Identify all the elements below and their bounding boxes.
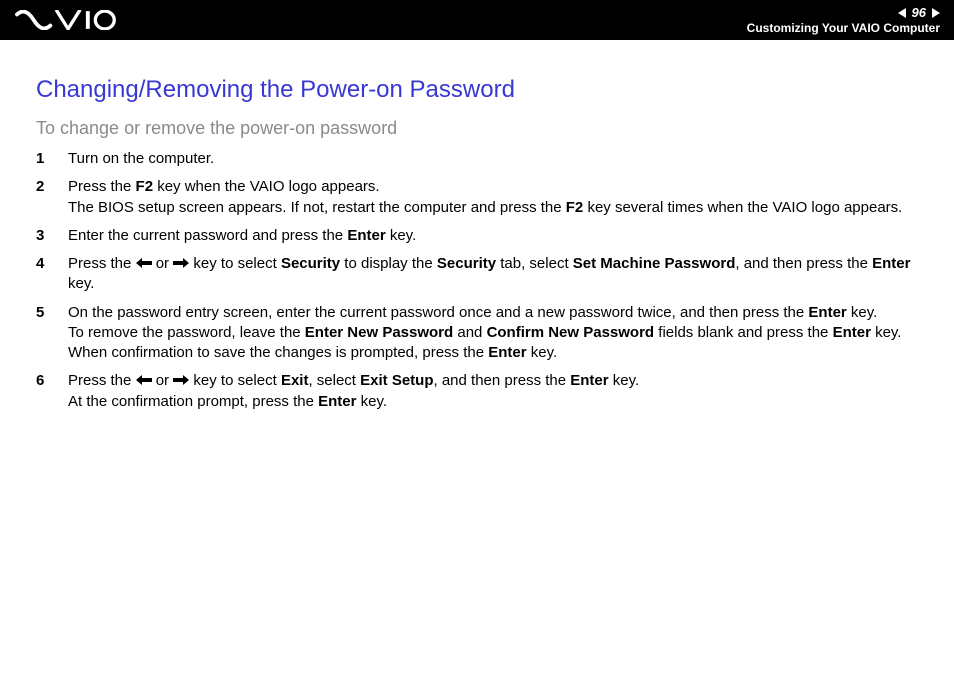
body-text: On the password entry screen, enter the … <box>68 304 808 321</box>
page-nav: 96 <box>898 5 940 20</box>
arrow-left-icon <box>136 373 152 389</box>
body-text: At the confirmation prompt, press the <box>68 393 318 410</box>
body-text: key to select <box>189 255 281 272</box>
body-text: , select <box>308 372 360 389</box>
bold-text: F2 <box>136 178 154 195</box>
body-text: , and then press the <box>434 372 571 389</box>
body-text: Press the <box>68 255 136 272</box>
bold-text: Enter <box>872 255 910 272</box>
body-text: key. <box>527 344 558 361</box>
body-text: key. <box>356 393 387 410</box>
bold-text: Enter <box>570 372 608 389</box>
bold-text: Enter New Password <box>305 324 453 341</box>
prev-page-icon[interactable] <box>898 8 906 18</box>
header-bar: 96 Customizing Your VAIO Computer <box>0 0 954 40</box>
body-text: Press the <box>68 372 136 389</box>
content-area: Changing/Removing the Power-on Password … <box>0 40 954 412</box>
next-page-icon[interactable] <box>932 8 940 18</box>
body-text: When confirmation to save the changes is… <box>68 344 488 361</box>
arrow-right-icon <box>173 373 189 389</box>
body-text: key when the VAIO logo appears. <box>153 178 380 195</box>
body-text: Turn on the computer. <box>68 150 214 167</box>
steps-list: Turn on the computer. Press the F2 key wh… <box>36 149 918 412</box>
bold-text: Exit Setup <box>360 372 433 389</box>
step-item: Press the or key to select Exit, select … <box>36 371 918 412</box>
body-text: key. <box>68 275 94 292</box>
vaio-logo <box>12 0 122 40</box>
bold-text: Exit <box>281 372 309 389</box>
page-subtitle: To change or remove the power-on passwor… <box>36 118 918 139</box>
bold-text: Security <box>437 255 496 272</box>
body-text: Enter the current password and press the <box>68 227 347 244</box>
body-text: key. <box>871 324 902 341</box>
body-text: and <box>453 324 486 341</box>
body-text: key several times when the VAIO logo app… <box>583 199 902 216</box>
step-item: Turn on the computer. <box>36 149 918 169</box>
arrow-left-icon <box>136 256 152 272</box>
vaio-logo-svg <box>12 10 122 30</box>
body-text: key to select <box>189 372 281 389</box>
step-item: Press the F2 key when the VAIO logo appe… <box>36 177 918 218</box>
body-text: Press the <box>68 178 136 195</box>
bold-text: F2 <box>566 199 584 216</box>
step-item: On the password entry screen, enter the … <box>36 303 918 364</box>
body-text: The BIOS setup screen appears. If not, r… <box>68 199 566 216</box>
bold-text: Confirm New Password <box>487 324 655 341</box>
body-text: key. <box>386 227 417 244</box>
bold-text: Enter <box>318 393 356 410</box>
header-right: 96 Customizing Your VAIO Computer <box>747 5 940 35</box>
body-text: or <box>152 255 174 272</box>
bold-text: Enter <box>833 324 871 341</box>
body-text: tab, select <box>496 255 573 272</box>
step-item: Enter the current password and press the… <box>36 226 918 246</box>
body-text: To remove the password, leave the <box>68 324 305 341</box>
body-text: , and then press the <box>735 255 872 272</box>
step-item: Press the or key to select Security to d… <box>36 254 918 295</box>
bold-text: Enter <box>808 304 846 321</box>
arrow-right-icon <box>173 256 189 272</box>
bold-text: Set Machine Password <box>573 255 736 272</box>
bold-text: Enter <box>347 227 385 244</box>
page-title: Changing/Removing the Power-on Password <box>36 76 918 104</box>
body-text: key. <box>609 372 640 389</box>
body-text: key. <box>847 304 878 321</box>
page-number: 96 <box>912 5 926 20</box>
bold-text: Enter <box>488 344 526 361</box>
body-text: to display the <box>340 255 437 272</box>
header-section: Customizing Your VAIO Computer <box>747 21 940 35</box>
body-text: fields blank and press the <box>654 324 832 341</box>
body-text: or <box>152 372 174 389</box>
bold-text: Security <box>281 255 340 272</box>
